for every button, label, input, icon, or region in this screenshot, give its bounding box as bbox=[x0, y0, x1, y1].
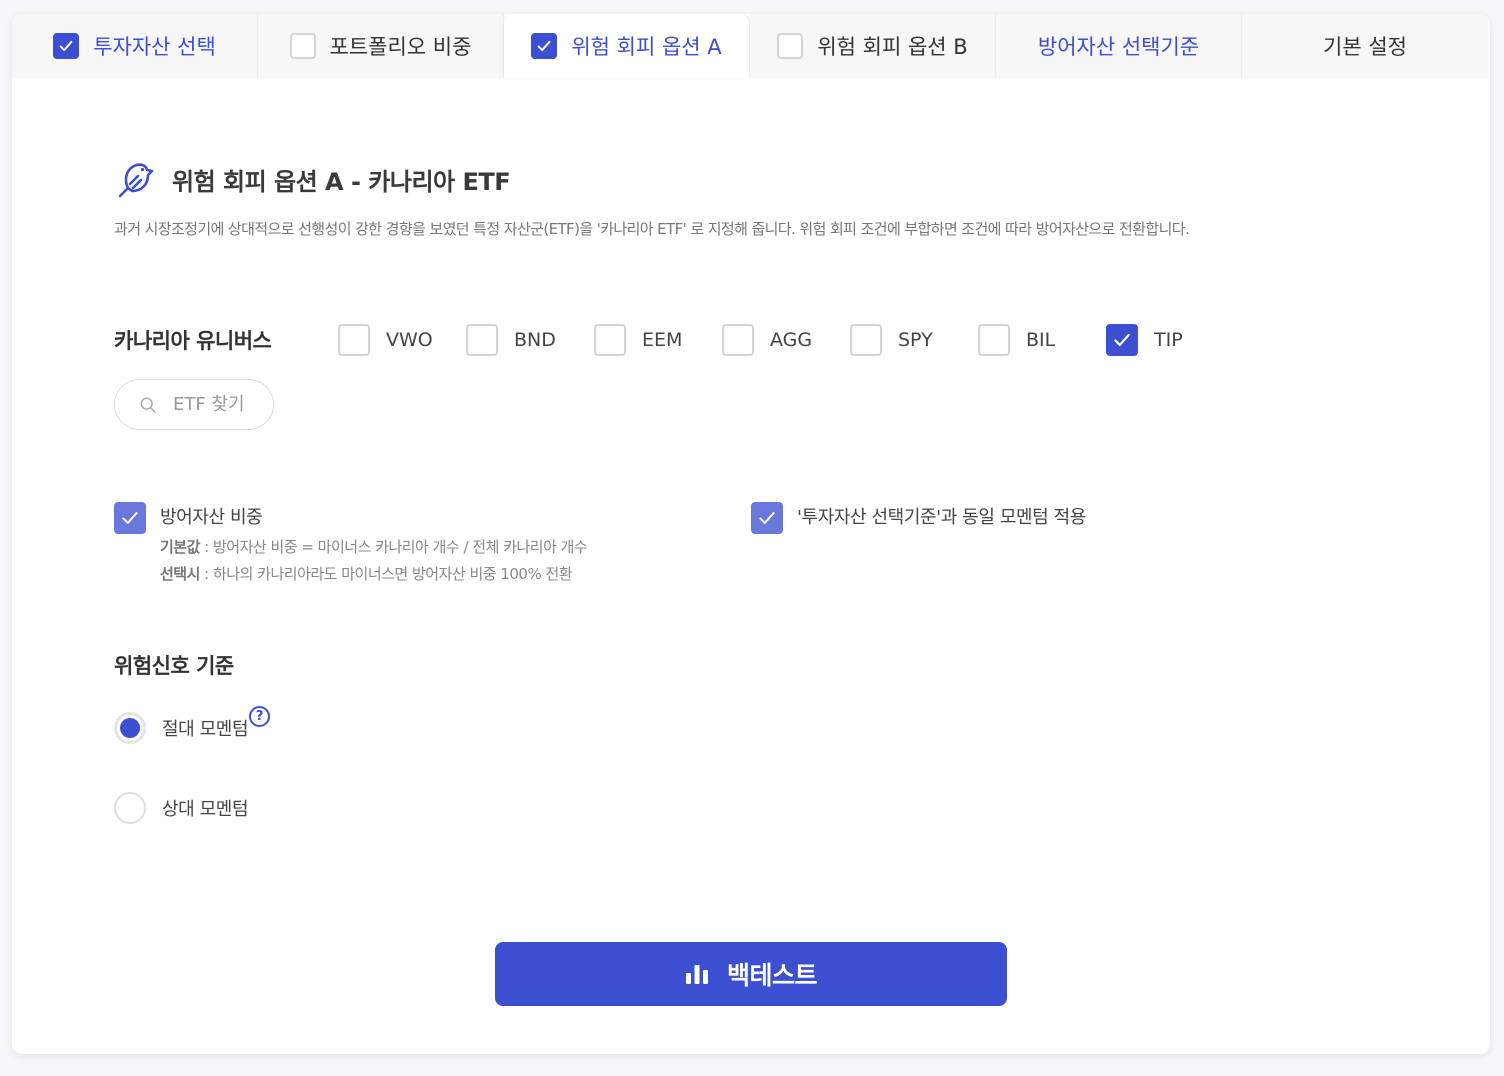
radio-dot bbox=[120, 718, 140, 738]
etf-option-tip[interactable]: TIP bbox=[1106, 324, 1234, 356]
tab-asset-selection[interactable]: 투자자산 선택 bbox=[12, 14, 258, 78]
etf-option-bil[interactable]: BIL bbox=[978, 324, 1106, 356]
bar-chart-icon bbox=[685, 965, 708, 984]
radio-button-selected[interactable] bbox=[114, 712, 146, 744]
etf-checkbox[interactable] bbox=[978, 324, 1010, 356]
same-momentum-label: '투자자산 선택기준'과 동일 모멘텀 적용 bbox=[797, 507, 1086, 528]
tab-risk-option-a[interactable]: 위험 회피 옵션 A bbox=[504, 14, 750, 78]
etf-checkbox[interactable] bbox=[722, 324, 754, 356]
radio-absolute-momentum[interactable]: 절대 모멘텀 ? bbox=[114, 705, 271, 744]
etf-search[interactable] bbox=[114, 379, 274, 430]
default-key: 기본값 bbox=[160, 538, 200, 556]
tab-checkbox-checked[interactable] bbox=[531, 33, 558, 59]
tab-bar: 투자자산 선택 포트폴리오 비중 위험 회피 옵션 A 위험 회피 옵션 B 방… bbox=[12, 14, 1490, 78]
defense-weight-checkbox[interactable] bbox=[114, 502, 146, 534]
defense-weight-label: 방어자산 비중 bbox=[160, 507, 263, 528]
backtest-label: 백테스트 bbox=[726, 961, 818, 990]
tab-label: 방어자산 선택기준 bbox=[1037, 35, 1200, 59]
etf-option-agg[interactable]: AGG bbox=[722, 324, 850, 356]
etf-ticker: BND bbox=[514, 329, 556, 351]
tab-checkbox[interactable] bbox=[289, 33, 316, 59]
etf-ticker: VWO bbox=[386, 329, 433, 351]
tab-checkbox[interactable] bbox=[777, 33, 804, 59]
tab-basic-settings[interactable]: 기본 설정 bbox=[1242, 14, 1488, 78]
radio-button[interactable] bbox=[114, 792, 146, 824]
radio-relative-momentum[interactable]: 상대 모멘텀 bbox=[114, 792, 249, 824]
section-title: 위험 회피 옵션 A - 카나리아 ETF bbox=[172, 167, 511, 196]
etf-checkbox[interactable] bbox=[338, 324, 370, 356]
tab-label: 포트폴리오 비중 bbox=[329, 35, 472, 59]
bird-icon bbox=[118, 163, 154, 198]
section-header: 위험 회피 옵션 A - 카나리아 ETF bbox=[114, 158, 511, 200]
check-icon bbox=[122, 512, 138, 524]
check-icon bbox=[59, 40, 73, 52]
etf-checkbox[interactable] bbox=[850, 324, 882, 356]
help-icon[interactable]: ? bbox=[249, 705, 271, 727]
etf-option-bnd[interactable]: BND bbox=[466, 324, 594, 356]
same-momentum-text: '투자자산 선택기준'과 동일 모멘텀 적용 bbox=[797, 502, 1086, 534]
same-momentum-checkbox[interactable] bbox=[751, 502, 783, 534]
selected-key: 선택시 bbox=[160, 565, 200, 583]
tab-label: 위험 회피 옵션 A bbox=[571, 35, 722, 59]
tab-checkbox-checked[interactable] bbox=[53, 33, 80, 59]
check-icon bbox=[759, 512, 775, 524]
etf-ticker: EEM bbox=[642, 329, 683, 351]
etf-option-spy[interactable]: SPY bbox=[850, 324, 978, 356]
etf-checkbox-checked[interactable] bbox=[1106, 324, 1138, 356]
default-text: : 방어자산 비중 = 마이너스 카나리아 개수 / 전체 카나리아 개수 bbox=[199, 538, 588, 556]
check-icon bbox=[537, 40, 551, 52]
tab-label: 투자자산 선택 bbox=[93, 35, 216, 59]
selected-value-note: 선택시 : 하나의 카나리아라도 마이너스면 방어자산 비중 100% 전환 bbox=[160, 561, 587, 588]
universe-label: 카나리아 유니버스 bbox=[114, 329, 272, 353]
same-momentum-option: '투자자산 선택기준'과 동일 모멘텀 적용 bbox=[751, 502, 1086, 534]
section-description: 과거 시장조정기에 상대적으로 선행성이 강한 경향을 보였던 특정 자산군(E… bbox=[114, 220, 1190, 238]
defense-weight-text: 방어자산 비중 기본값 : 방어자산 비중 = 마이너스 카나리아 개수 / 전… bbox=[160, 502, 588, 588]
tab-risk-option-b[interactable]: 위험 회피 옵션 B bbox=[750, 14, 996, 78]
etf-search-input[interactable] bbox=[173, 394, 273, 415]
check-icon bbox=[1114, 333, 1130, 347]
tab-defense-asset-criteria[interactable]: 방어자산 선택기준 bbox=[996, 14, 1242, 78]
etf-checkbox[interactable] bbox=[466, 324, 498, 356]
etf-option-eem[interactable]: EEM bbox=[594, 324, 722, 356]
default-value-note: 기본값 : 방어자산 비중 = 마이너스 카나리아 개수 / 전체 카나리아 개… bbox=[160, 534, 588, 561]
radio-label: 상대 모멘텀 bbox=[162, 799, 249, 820]
etf-ticker: AGG bbox=[770, 329, 813, 351]
tab-label: 위험 회피 옵션 B bbox=[817, 35, 968, 59]
tab-portfolio-weight[interactable]: 포트폴리오 비중 bbox=[258, 14, 504, 78]
etf-ticker: SPY bbox=[898, 329, 933, 351]
settings-card: 투자자산 선택 포트폴리오 비중 위험 회피 옵션 A 위험 회피 옵션 B 방… bbox=[12, 14, 1490, 1054]
selected-text: : 하나의 카나리아라도 마이너스면 방어자산 비중 100% 전환 bbox=[199, 565, 573, 583]
etf-option-vwo[interactable]: VWO bbox=[338, 324, 466, 356]
backtest-button[interactable]: 백테스트 bbox=[495, 942, 1007, 1006]
tab-label: 기본 설정 bbox=[1323, 35, 1407, 59]
risk-signal-title: 위험신호 기준 bbox=[114, 654, 234, 678]
etf-checkbox[interactable] bbox=[594, 324, 626, 356]
search-icon bbox=[140, 397, 156, 413]
etf-ticker: TIP bbox=[1154, 329, 1183, 351]
defense-weight-option: 방어자산 비중 기본값 : 방어자산 비중 = 마이너스 카나리아 개수 / 전… bbox=[114, 502, 588, 588]
canary-universe: 카나리아 유니버스 VWO BND EEM AGG SPY BIL TIP bbox=[114, 324, 1234, 356]
etf-ticker: BIL bbox=[1026, 329, 1056, 351]
radio-label: 절대 모멘텀 bbox=[162, 719, 249, 740]
